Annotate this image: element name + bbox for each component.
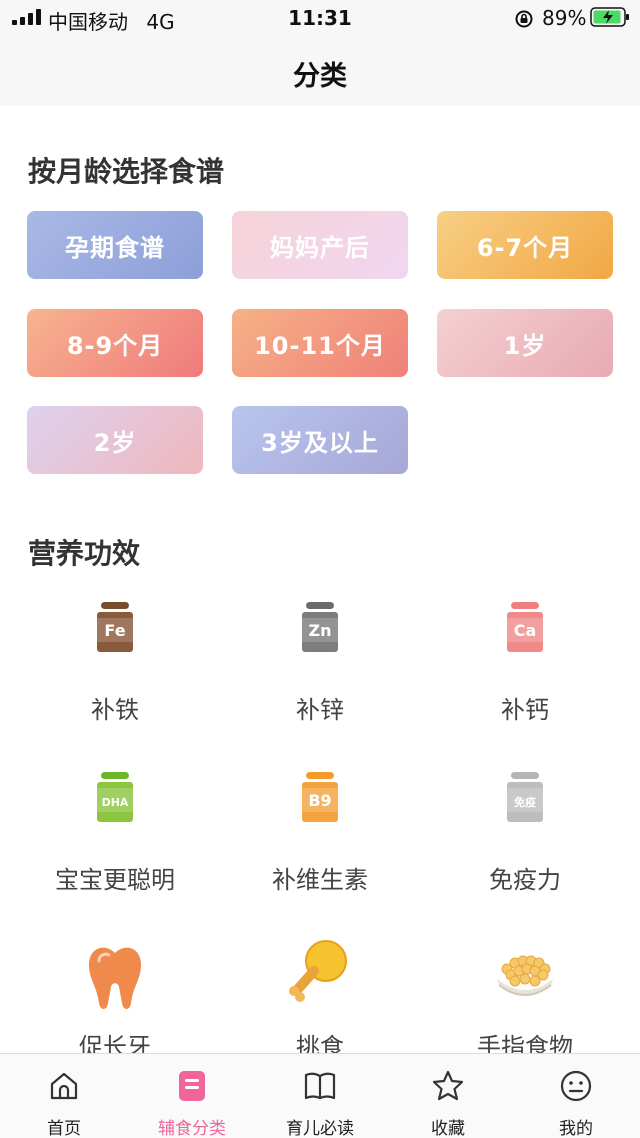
battery-percentage: 89% [542,6,587,30]
nutrition-item-label: 补锌 [296,696,344,724]
nutrition-item-label: 补铁 [91,696,139,724]
open-book-icon [302,1068,338,1104]
tab-label: 育儿必读 [286,1119,354,1138]
nutrition-item[interactable]: DHA 宝宝更聪明 [15,768,215,918]
age-button[interactable]: 8-9个月 [27,309,203,377]
battery-charging-icon [590,7,629,27]
nav-bar: 分类 [0,40,640,106]
tab-label: 收藏 [431,1119,465,1138]
calcium-bottle-icon: Ca [485,598,565,678]
tab-label: 首页 [47,1119,81,1138]
age-button[interactable]: 3岁及以上 [232,406,408,474]
svg-text:DHA: DHA [102,796,129,809]
age-button[interactable]: 1岁 [437,309,613,377]
vitamin-b9-bottle-icon: B9 [280,768,360,848]
smiley-face-icon [558,1068,594,1104]
tab-star[interactable]: 收藏 [384,1054,512,1138]
iron-bottle-icon: Fe [75,598,155,678]
nutrition-item[interactable]: Fe 补铁 [15,598,215,748]
tab-label: 我的 [559,1119,593,1138]
nutrition-item[interactable]: 免疫 免疫力 [425,768,625,918]
dha-bottle-icon: DHA [75,768,155,848]
age-button[interactable]: 妈妈产后 [232,211,408,279]
home-icon [46,1068,82,1104]
age-button[interactable]: 10-11个月 [232,309,408,377]
svg-text:Zn: Zn [309,621,332,640]
category-book-icon [174,1068,210,1104]
tab-bar: 首页 辅食分类 育儿必读 收藏 我的 [0,1053,640,1138]
status-bar: 中国移动 4G 11:31 89% [0,0,640,40]
tab-category-book[interactable]: 辅食分类 [128,1054,256,1138]
tab-open-book[interactable]: 育儿必读 [256,1054,384,1138]
age-button[interactable]: 孕期食谱 [27,211,203,279]
nutrition-item-label: 免疫力 [489,866,561,894]
rotation-lock-icon [515,10,533,28]
svg-text:B9: B9 [308,791,331,810]
drumstick-icon [280,935,360,1015]
nutrition-item-label: 补维生素 [272,866,368,894]
age-button[interactable]: 6-7个月 [437,211,613,279]
nutrition-section-title: 营养功效 [28,537,141,570]
star-icon [430,1068,466,1104]
svg-text:Fe: Fe [104,621,125,640]
finger-food-bowl-icon [485,935,565,1015]
nutrition-item-label: 宝宝更聪明 [55,866,175,894]
nutrition-item-label: 补钙 [501,696,549,724]
tab-smiley-face[interactable]: 我的 [512,1054,640,1138]
zinc-bottle-icon: Zn [280,598,360,678]
immunity-bottle-icon: 免疫 [485,768,565,848]
nutrition-item[interactable]: B9 补维生素 [220,768,420,918]
tooth-icon [75,935,155,1015]
age-button[interactable]: 2岁 [27,406,203,474]
svg-text:免疫: 免疫 [514,795,536,809]
age-section-title: 按月龄选择食谱 [28,155,225,188]
svg-text:Ca: Ca [514,621,537,640]
tab-home[interactable]: 首页 [0,1054,128,1138]
tab-label: 辅食分类 [158,1119,226,1138]
nutrition-item[interactable]: Zn 补锌 [220,598,420,748]
nutrition-item[interactable]: Ca 补钙 [425,598,625,748]
page-title: 分类 [293,61,347,92]
